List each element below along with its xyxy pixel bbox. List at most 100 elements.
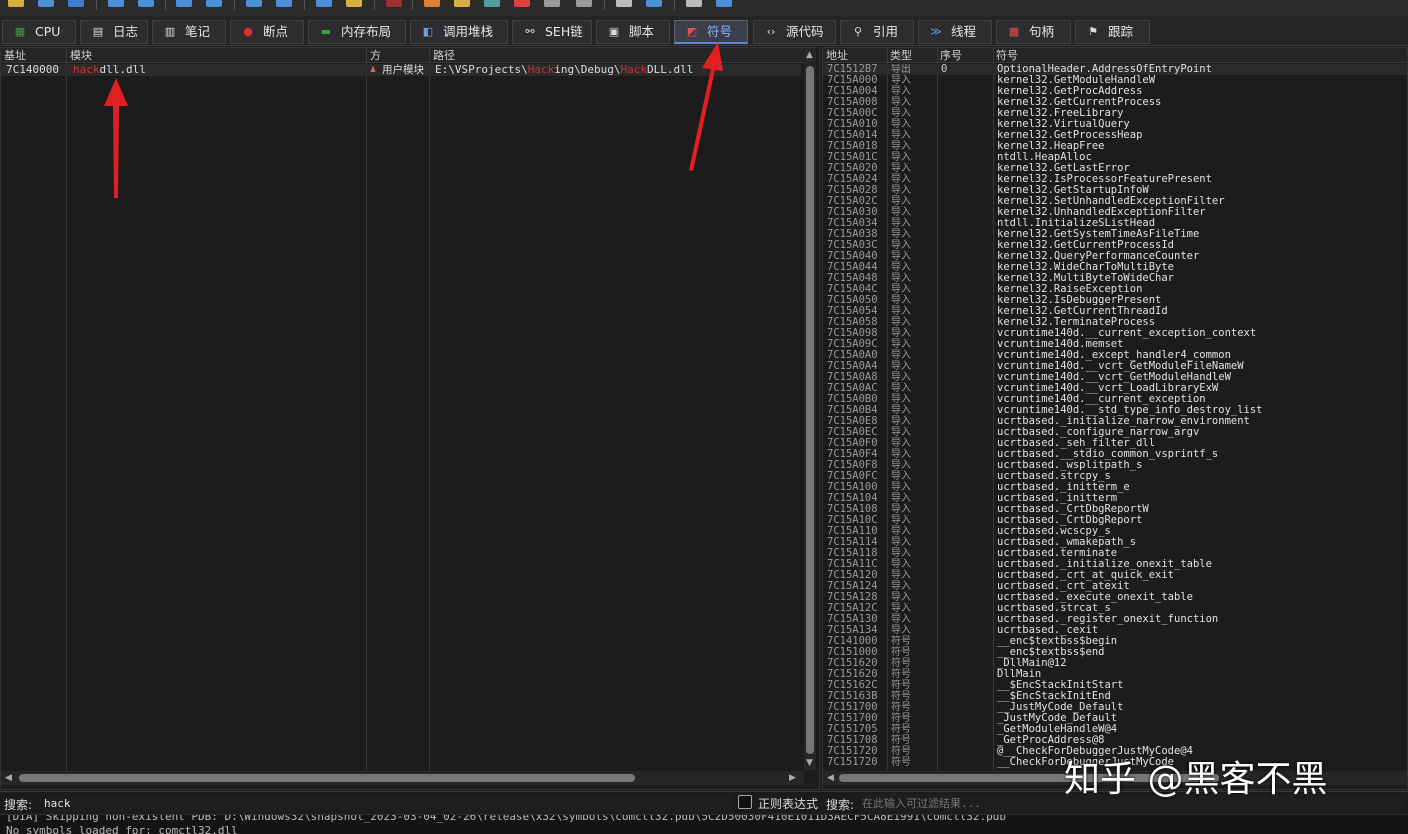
symbol-type: 导入 [891,295,911,306]
symbol-type: 符号 [891,713,911,724]
notes-icon: ▥ [164,25,176,38]
pause-icon[interactable] [138,0,154,7]
symbol-type: 导入 [891,317,911,328]
tab-threads[interactable]: ≫ 线程 [918,20,992,44]
run-icon[interactable] [108,0,124,7]
tab-symbols[interactable]: ◩ 符号 [674,20,748,44]
help-icon[interactable] [716,0,732,7]
column-header-module[interactable]: 模块 [67,48,367,63]
tab-label: 日志 [113,24,139,39]
tab-label: 调用堆栈 [443,24,494,39]
scroll-right-arrow[interactable]: ▶ [789,773,796,783]
scroll-down-arrow[interactable]: ▼ [806,758,813,768]
tab-cpu[interactable]: ▦ CPU [2,20,76,44]
symbol-type: 导入 [891,372,911,383]
column-header-ordinal[interactable]: 序号 [937,48,993,63]
labels-icon[interactable] [484,0,500,7]
toolbar-separator [165,0,166,10]
modules-vertical-scrollbar[interactable]: ▲ ▼ [804,48,816,770]
symbol-row[interactable]: 7C151705 符号 _GetModuleHandleW@4 [823,724,1407,736]
references-icon: ⚲ [853,25,863,38]
column-header-path[interactable]: 路径 [430,48,804,63]
comments-icon[interactable] [454,0,470,7]
tab-call-stack[interactable]: ◧ 调用堆栈 [410,20,508,44]
tab-trace[interactable]: ⚑ 跟踪 [1075,20,1150,44]
column-divider [366,48,367,770]
symbol-row[interactable]: 7C15A128 导入 ucrtbased._execute_onexit_tabl… [823,592,1407,604]
calculator-icon[interactable] [686,0,702,7]
tab-memory-map[interactable]: ▬ 内存布局 [308,20,406,44]
symbol-type: 导入 [891,559,911,570]
column-header-symbol[interactable]: 符号 [993,48,1407,63]
symbol-row[interactable]: 7C141000 符号 __enc$textbss$begin [823,636,1407,648]
trace-over-icon[interactable] [276,0,292,7]
module-row[interactable]: 7C140000 hackdll.dll ♟ 用户模块 E:\VSProject… [1,64,801,76]
symbol-row[interactable]: 7C151620 符号 _DllMain@12 [823,658,1407,670]
column-header-party[interactable]: 方 [367,48,430,63]
open-file-icon[interactable] [8,0,24,7]
scroll-left-arrow[interactable]: ◀ [5,773,12,783]
symbol-type: 导入 [891,240,911,251]
scylla-icon[interactable] [386,0,402,7]
symbol-row[interactable]: 7C15A10C 导入 ucrtbased._CrtDbgReport [823,515,1407,527]
symbol-type: 符号 [891,702,911,713]
appearance-icon[interactable] [646,0,662,7]
scroll-thumb[interactable] [19,774,635,782]
symbol-type: 符号 [891,724,911,735]
column-header-base[interactable]: 基址 [1,48,67,63]
symbol-type: 导入 [891,504,911,515]
symbol-type: 导入 [891,416,911,427]
search-match: Hack [620,63,647,76]
symbol-row[interactable]: 7C151000 符号 __enc$textbss$end [823,647,1407,659]
step-into-icon[interactable] [176,0,192,7]
modules-search-input[interactable] [44,794,732,812]
stop-icon[interactable] [68,0,84,7]
symbol-type: 导入 [891,548,911,559]
step-over-icon[interactable] [206,0,222,7]
restart-icon[interactable] [38,0,54,7]
trace-into-icon[interactable] [246,0,262,7]
scroll-up-arrow[interactable]: ▲ [806,50,813,60]
bookmarks-icon[interactable] [514,0,530,7]
symbol-type: 符号 [891,647,911,658]
symbol-type: 符号 [891,735,911,746]
symbol-row[interactable]: 7C15A130 导入 ucrtbased._register_onexit_fun… [823,614,1407,626]
tab-breakpoint[interactable]: ● 断点 [230,20,304,44]
tab-seh-chain[interactable]: ⚯ SEH链 [512,20,592,44]
symbol-row[interactable]: 7C15A018 导入 kernel32.HeapFree [823,141,1407,153]
symbol-row[interactable]: 7C15162C 符号 __$EncStackInitStart [823,680,1407,692]
patch-icon[interactable] [424,0,440,7]
run-to-user-code-icon[interactable] [346,0,362,7]
font-icon[interactable] [616,0,632,7]
tab-label: 内存布局 [341,24,392,39]
symbol-type: 导入 [891,526,911,537]
script-icon: ▣ [608,25,620,38]
symbol-type: 导入 [891,625,911,636]
execute-till-return-icon[interactable] [316,0,332,7]
symbol-type: 导入 [891,97,911,108]
symbol-type: 导入 [891,108,911,119]
text-segment: E:\VSProjects\ [435,63,528,76]
tab-log[interactable]: ▤ 日志 [80,20,148,44]
text-segment: dll.dll [99,63,146,76]
symbol-type: 导入 [891,449,911,460]
modules-horizontal-scrollbar[interactable]: ◀ ▶ [1,771,804,785]
functions-icon[interactable] [544,0,560,7]
tab-label: 笔记 [185,24,211,39]
hash-icon[interactable] [576,0,592,7]
regex-checkbox[interactable] [738,795,752,809]
symbol-row[interactable]: 7C15A0F8 导入 ucrtbased._wsplitpath_s [823,460,1407,472]
scroll-left-arrow[interactable]: ◀ [827,773,834,783]
tab-script[interactable]: ▣ 脚本 [596,20,670,44]
symbol-row[interactable]: 7C15A014 导入 kernel32.GetProcessHeap [823,130,1407,142]
symbol-type: 导入 [891,592,911,603]
tab-handles[interactable]: ▩ 句柄 [996,20,1071,44]
symbol-type: 导入 [891,152,911,163]
column-header-address[interactable]: 地址 [823,48,887,63]
tab-source-code[interactable]: ‹› 源代码 [753,20,836,44]
scroll-thumb[interactable] [806,66,814,754]
tab-notes[interactable]: ▥ 笔记 [152,20,226,44]
tab-references[interactable]: ⚲ 引用 [840,20,914,44]
modules-panel: 基址 模块 方 路径 7C140000 hackdll.dll ♟ 用户模块 E… [0,47,820,790]
column-header-type[interactable]: 类型 [887,48,937,63]
